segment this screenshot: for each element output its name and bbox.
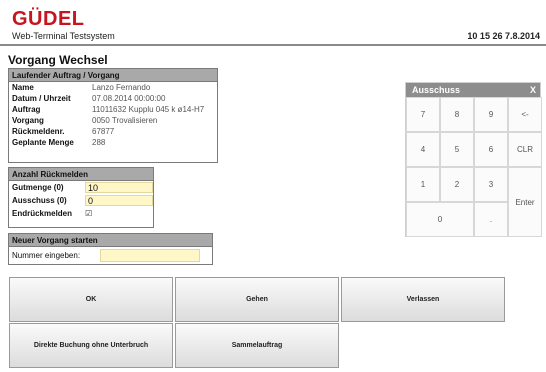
direct-booking-button[interactable]: Direkte Buchung ohne Unterbruch xyxy=(9,323,173,368)
number-entry-input[interactable] xyxy=(100,249,200,262)
order-label: Rückmeldenr. xyxy=(12,127,65,136)
endrueck-checkbox[interactable]: ☑ xyxy=(85,207,92,220)
ausschuss-input[interactable]: 0 xyxy=(85,195,153,206)
app-header: GÜDEL Web-Terminal Testsystem 10 15 26 7… xyxy=(0,0,546,46)
current-order-panel: Laufender Auftrag / Vorgang Name Lanzo F… xyxy=(8,68,218,163)
gehen-button[interactable]: Gehen xyxy=(175,277,339,322)
current-order-title: Laufender Auftrag / Vorgang xyxy=(9,69,217,82)
order-value: Lanzo Fernando xyxy=(92,83,151,92)
order-label: Geplante Menge xyxy=(12,138,74,147)
key-6[interactable]: 6 xyxy=(474,132,508,167)
gutmenge-label: Gutmenge (0) xyxy=(12,183,64,192)
close-icon[interactable]: X xyxy=(530,83,536,97)
order-value: 0050 Trovalisieren xyxy=(92,116,158,125)
key-8[interactable]: 8 xyxy=(440,97,474,132)
key-backspace[interactable]: <- xyxy=(508,97,542,132)
endrueck-label: Endrückmelden xyxy=(12,209,73,218)
key-2[interactable]: 2 xyxy=(440,167,474,202)
key-clear[interactable]: CLR xyxy=(508,132,542,167)
order-value: 11011632 Kupplu 045 k ø14-H7 xyxy=(92,105,205,114)
key-decimal[interactable]: . xyxy=(474,202,508,237)
endrueck-row: Endrückmelden ☑ xyxy=(9,207,153,220)
key-0[interactable]: 0 xyxy=(406,202,474,237)
order-label: Auftrag xyxy=(12,105,41,114)
order-row-datetime: Datum / Uhrzeit 07.08.2014 00:00:00 xyxy=(9,93,217,104)
keypad-title: Ausschuss xyxy=(412,85,461,95)
number-entry-label: Nummer eingeben: xyxy=(12,251,81,260)
order-label: Datum / Uhrzeit xyxy=(12,94,71,103)
order-value: 67877 xyxy=(92,127,115,136)
order-row-menge: Geplante Menge 288 xyxy=(9,137,217,148)
new-operation-title: Neuer Vorgang starten xyxy=(9,234,212,247)
sammelauftrag-button[interactable]: Sammelauftrag xyxy=(175,323,339,368)
keypad-header: Ausschuss X xyxy=(406,83,540,97)
order-value: 07.08.2014 00:00:00 xyxy=(92,94,166,103)
key-5[interactable]: 5 xyxy=(440,132,474,167)
order-label: Vorgang xyxy=(12,116,44,125)
order-label: Name xyxy=(12,83,34,92)
clock-display: 10 15 26 7.8.2014 xyxy=(467,31,540,41)
ausschuss-row: Ausschuss (0) 0 xyxy=(9,194,153,207)
key-3[interactable]: 3 xyxy=(474,167,508,202)
order-row-rueckmeldenr: Rückmeldenr. 67877 xyxy=(9,126,217,137)
numeric-keypad: Ausschuss X 7 8 9 <- 4 5 6 CLR 1 2 3 Ent… xyxy=(405,82,542,238)
key-1[interactable]: 1 xyxy=(406,167,440,202)
new-operation-panel: Neuer Vorgang starten Nummer eingeben: xyxy=(8,233,213,265)
verlassen-button[interactable]: Verlassen xyxy=(341,277,505,322)
gutmenge-row: Gutmenge (0) 10 xyxy=(9,181,153,194)
key-7[interactable]: 7 xyxy=(406,97,440,132)
order-value: 288 xyxy=(92,138,106,147)
app-subtitle: Web-Terminal Testsystem xyxy=(12,31,115,41)
number-entry-row: Nummer eingeben: xyxy=(9,247,212,264)
key-4[interactable]: 4 xyxy=(406,132,440,167)
order-row-name: Name Lanzo Fernando xyxy=(9,82,217,93)
page-title: Vorgang Wechsel xyxy=(8,53,108,67)
order-row-vorgang: Vorgang 0050 Trovalisieren xyxy=(9,115,217,126)
feedback-count-title: Anzahl Rückmelden xyxy=(9,168,153,181)
ok-button[interactable]: OK xyxy=(9,277,173,322)
keypad-grid: 7 8 9 <- 4 5 6 CLR 1 2 3 Enter 0 . xyxy=(406,97,542,238)
feedback-count-panel: Anzahl Rückmelden Gutmenge (0) 10 Aussch… xyxy=(8,167,154,228)
gutmenge-input[interactable]: 10 xyxy=(85,182,153,193)
key-enter[interactable]: Enter xyxy=(508,167,542,237)
order-row-auftrag: Auftrag 11011632 Kupplu 045 k ø14-H7 xyxy=(9,104,217,115)
key-9[interactable]: 9 xyxy=(474,97,508,132)
ausschuss-label: Ausschuss (0) xyxy=(12,196,67,205)
brand-logo: GÜDEL xyxy=(12,8,85,30)
